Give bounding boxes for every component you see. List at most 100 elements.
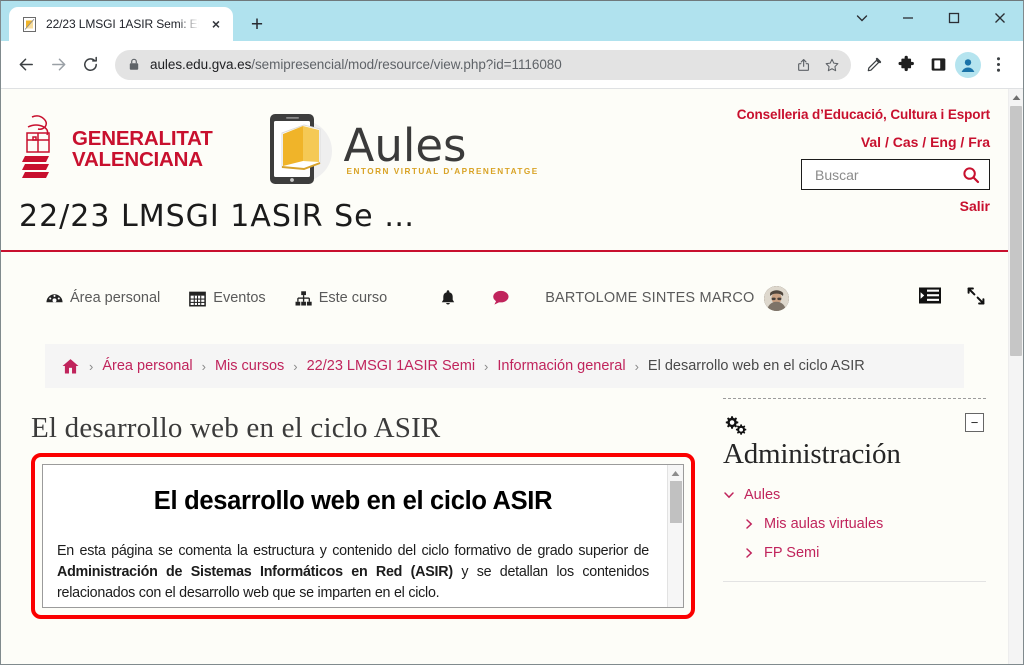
search-box[interactable] [801, 159, 990, 190]
new-tab-button[interactable]: + [243, 10, 271, 38]
iframe-scrollbar[interactable] [667, 465, 683, 607]
url-text: aules.edu.gva.es/semipresencial/mod/reso… [150, 57, 781, 72]
resource-paragraph: En esta página se comenta la estructura … [57, 541, 649, 604]
nav-label-este-curso: Este curso [318, 290, 388, 306]
administration-block: − Administración Aules Mis aulas virtual… [723, 398, 986, 582]
bell-icon[interactable] [438, 288, 458, 308]
user-avatar[interactable] [763, 285, 789, 311]
search-icon[interactable] [962, 166, 980, 184]
nav-label-eventos: Eventos [213, 290, 266, 306]
main-region: El desarrollo web en el ciclo ASIR El de… [1, 398, 1008, 619]
omnibox-actions [791, 52, 845, 78]
gva-shield-icon [19, 113, 63, 185]
tab-search-chevron-icon[interactable] [839, 1, 885, 35]
sidebar-item-fp-semi[interactable]: FP Semi [723, 545, 986, 561]
resource-iframe[interactable]: El desarrollo web en el ciclo ASIR En es… [42, 464, 684, 608]
nav-item-eventos[interactable]: Eventos [188, 289, 266, 308]
star-icon[interactable] [819, 52, 845, 78]
message-bubble-icon[interactable] [490, 288, 511, 308]
breadcrumb-item-area-personal[interactable]: Área personal [102, 358, 192, 374]
browser-toolbar: aules.edu.gva.es/semipresencial/mod/reso… [1, 41, 1023, 89]
block-collapse-button[interactable]: − [965, 413, 984, 432]
sidebar-divider [723, 581, 986, 582]
sitemap-icon [294, 289, 313, 308]
resource-heading: El desarrollo web en el ciclo ASIR [153, 487, 553, 515]
page-scroll-up-arrow-icon[interactable] [1009, 90, 1023, 104]
resource-iframe-content: El desarrollo web en el ciclo ASIR En es… [43, 465, 667, 607]
nav-user[interactable]: BARTOLOME SINTES MARCO [545, 285, 789, 311]
gva-logo-text: GENERALITAT VALENCIANA [72, 128, 213, 170]
breadcrumb-separator: › [89, 358, 94, 374]
block-title: Administración [723, 438, 901, 470]
sidebar-item-label-mis-aulas: Mis aulas virtuales [764, 516, 884, 532]
profile-avatar[interactable] [955, 51, 981, 78]
site-header: GENERALITAT VALENCIANA Aules ENTORN VIRT… [1, 89, 1008, 272]
nav-item-este-curso[interactable]: Este curso [294, 289, 388, 308]
gva-logo-line1: GENERALITAT [72, 127, 213, 150]
close-window-button[interactable] [977, 1, 1023, 35]
site-header-inner: GENERALITAT VALENCIANA Aules ENTORN VIRT… [1, 99, 1008, 214]
sidebar-item-label-fp-semi: FP Semi [764, 545, 820, 561]
reload-icon[interactable] [75, 50, 105, 80]
logout-link[interactable]: Salir [660, 198, 990, 214]
iframe-scrollbar-thumb[interactable] [670, 481, 682, 523]
sidebar-item-mis-aulas-virtuales[interactable]: Mis aulas virtuales [723, 516, 986, 532]
page-scrollbar-thumb[interactable] [1010, 106, 1022, 356]
aules-wordmark-text: Aules [343, 119, 467, 172]
address-bar[interactable]: aules.edu.gva.es/semipresencial/mod/reso… [115, 49, 851, 80]
page-title: El desarrollo web en el ciclo ASIR [31, 412, 441, 444]
puzzle-icon[interactable] [891, 50, 921, 80]
sidebar-item-aules[interactable]: Aules [723, 487, 986, 503]
calendar-icon [188, 289, 207, 308]
breadcrumb-separator: › [293, 358, 298, 374]
aules-tablet-book-icon [258, 105, 340, 193]
nav-label-area-personal: Área personal [70, 290, 161, 306]
lock-icon [128, 58, 140, 71]
three-dot-menu-icon[interactable] [983, 50, 1013, 80]
dashboard-icon [45, 289, 64, 308]
breadcrumb-item-current: El desarrollo web en el ciclo ASIR [647, 358, 865, 374]
side-panel-icon[interactable] [923, 50, 953, 80]
breadcrumb: › Área personal › Mis cursos › 22/23 LMS… [45, 344, 964, 388]
language-switcher[interactable]: Val / Cas / Eng / Fra [660, 134, 990, 150]
search-input[interactable] [813, 165, 962, 184]
minimize-button[interactable] [885, 1, 931, 35]
tab-strip: 22/23 LMSGI 1ASIR Semi: El desa × + [1, 1, 1023, 41]
chevron-right-icon [743, 547, 755, 559]
aules-logo[interactable]: Aules ENTORN VIRTUAL D'APRENENTATGE [258, 105, 539, 193]
gears-icon [723, 415, 986, 437]
breadcrumb-item-course[interactable]: 22/23 LMSGI 1ASIR Semi [307, 358, 475, 374]
scroll-up-arrow-icon[interactable] [668, 467, 683, 480]
page-scrollbar[interactable] [1008, 89, 1023, 664]
browser-window: 22/23 LMSGI 1ASIR Semi: El desa × + [0, 0, 1024, 665]
url-domain: aules.edu.gva.es [150, 57, 252, 72]
back-arrow-icon[interactable] [11, 50, 41, 80]
breadcrumb-item-informacion-general[interactable]: Información general [497, 358, 625, 374]
breadcrumb-item-mis-cursos[interactable]: Mis cursos [215, 358, 284, 374]
collapse-arrows-icon[interactable] [966, 286, 986, 311]
site-navbar: Área personal Eventos Este curso BARTOLO… [1, 272, 1008, 324]
resource-highlight-box: El desarrollo web en el ciclo ASIR En es… [31, 453, 695, 619]
browser-tab[interactable]: 22/23 LMSGI 1ASIR Semi: El desa × [9, 7, 233, 41]
close-icon[interactable]: × [207, 15, 225, 33]
breadcrumb-separator: › [634, 358, 639, 374]
share-icon[interactable] [791, 52, 817, 78]
breadcrumb-separator: › [484, 358, 489, 374]
maximize-button[interactable] [931, 1, 977, 35]
home-icon[interactable] [61, 357, 80, 376]
generalitat-valenciana-logo[interactable]: GENERALITAT VALENCIANA [19, 113, 213, 185]
nav-user-name: BARTOLOME SINTES MARCO [545, 290, 755, 306]
aules-wordmark: Aules ENTORN VIRTUAL D'APRENENTATGE [343, 119, 539, 177]
navbar-right-icons [918, 272, 986, 324]
page-document-icon [21, 16, 38, 33]
content-column: El desarrollo web en el ciclo ASIR El de… [1, 398, 713, 619]
aules-tagline: ENTORN VIRTUAL D'APRENENTATGE [346, 167, 539, 176]
eyedropper-icon[interactable] [859, 50, 889, 80]
gva-logo-line2: VALENCIANA [72, 148, 203, 171]
conselleria-link[interactable]: Conselleria d’Educació, Cultura i Esport [660, 107, 990, 122]
forward-arrow-icon[interactable] [43, 50, 73, 80]
chevron-right-icon [743, 518, 755, 530]
web-page: GENERALITAT VALENCIANA Aules ENTORN VIRT… [1, 89, 1008, 664]
nav-item-area-personal[interactable]: Área personal [45, 289, 160, 308]
blocks-drawer-icon[interactable] [918, 286, 942, 310]
